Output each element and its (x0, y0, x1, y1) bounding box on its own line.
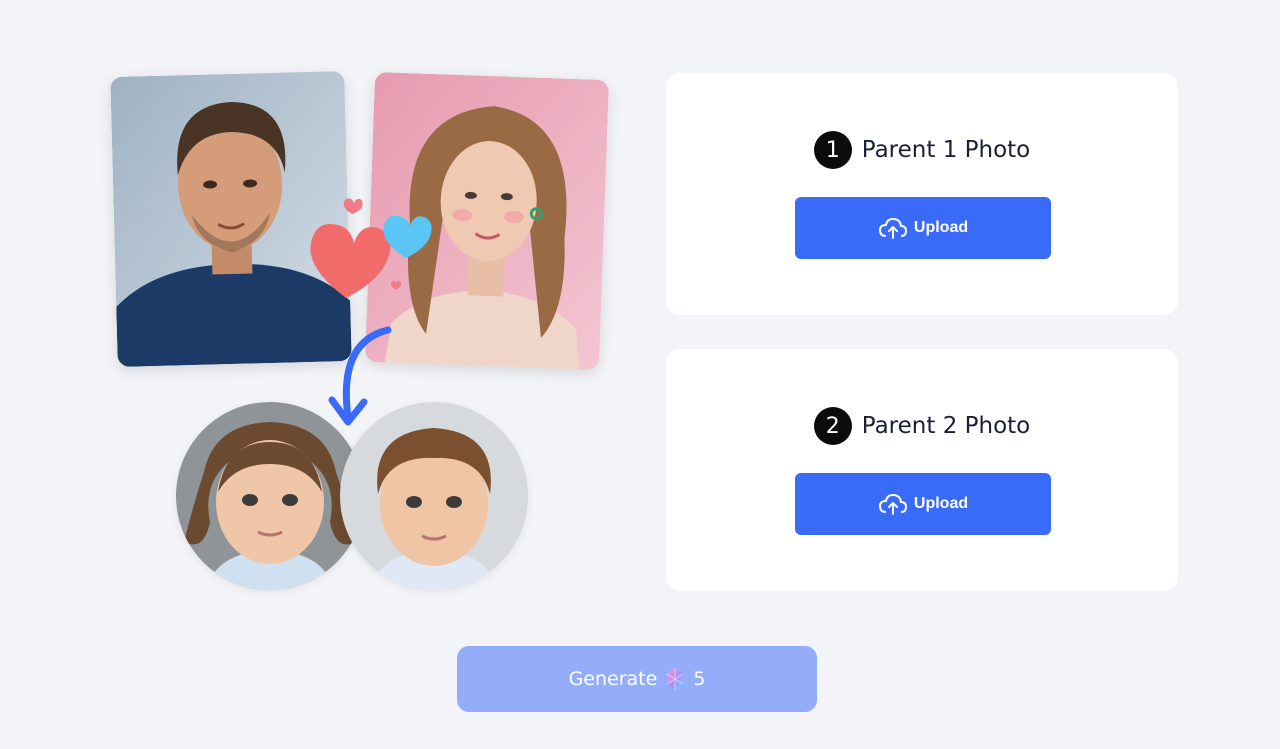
cloud-upload-icon (878, 493, 907, 515)
parent-1-card: 1 Parent 1 Photo Upload (666, 73, 1178, 315)
gem-icon (667, 668, 684, 690)
parent-1-title: Parent 1 Photo (861, 137, 1031, 163)
example-illustration (100, 60, 620, 600)
hearts-decoration (310, 198, 432, 298)
child-girl-photo (176, 402, 364, 590)
upload-label: Upload (913, 219, 969, 236)
child-boy-photo (340, 402, 528, 590)
parent-1-heading: 1 Parent 1 Photo (666, 131, 1178, 169)
upload-label: Upload (913, 495, 969, 512)
generate-label: Generate (568, 668, 658, 690)
parent-2-title: Parent 2 Photo (861, 413, 1031, 439)
step-1-badge: 1 (813, 131, 852, 169)
generate-cost: 5 (693, 668, 706, 690)
parent-2-card: 2 Parent 2 Photo Upload (666, 349, 1178, 591)
cloud-upload-icon (878, 217, 907, 239)
parent-1-upload-button[interactable]: Upload (795, 197, 1051, 259)
step-2-badge: 2 (813, 407, 852, 445)
parent-2-heading: 2 Parent 2 Photo (666, 407, 1178, 445)
generate-button[interactable]: Generate 5 (457, 646, 817, 712)
parent-2-upload-button[interactable]: Upload (795, 473, 1051, 535)
